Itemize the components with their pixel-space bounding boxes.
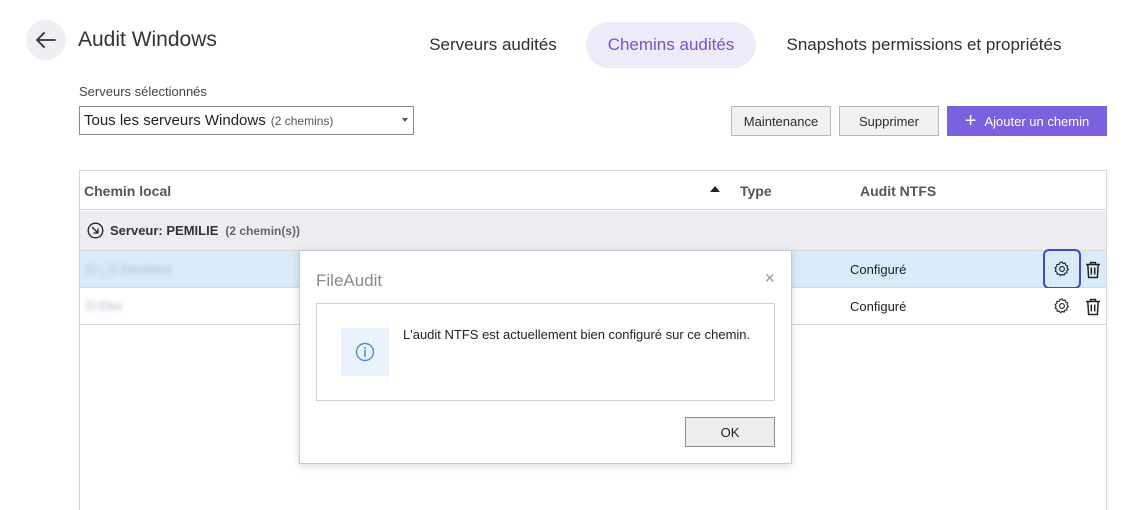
info-dialog: FileAudit × L'audit NTFS est actuellemen…	[299, 250, 792, 464]
sort-ascending-icon[interactable]	[710, 186, 720, 192]
server-select-count: (2 chemins)	[270, 113, 334, 128]
server-select-value: Tous les serveurs Windows	[84, 112, 266, 129]
row-path: D:\Dev	[86, 299, 123, 313]
dialog-body: L'audit NTFS est actuellement bien confi…	[316, 303, 775, 401]
info-icon	[355, 342, 375, 362]
servers-filter-label: Serveurs sélectionnés	[79, 84, 207, 99]
group-label: Serveur: PEMILIE	[110, 223, 219, 238]
delete-button[interactable]: Supprimer	[839, 106, 939, 136]
group-row-server[interactable]: Serveur: PEMILIE (2 chemin(s))	[80, 211, 1106, 251]
delete-row-button[interactable]	[1083, 296, 1103, 318]
configure-button[interactable]	[1043, 249, 1081, 289]
gear-icon	[1054, 298, 1069, 314]
row-ntfs-status: Configuré	[850, 299, 907, 314]
add-path-label: Ajouter un chemin	[984, 113, 1090, 129]
tab-audited-servers[interactable]: Serveurs audités	[418, 22, 568, 68]
dialog-title: FileAudit	[316, 271, 383, 290]
add-path-button[interactable]: + Ajouter un chemin	[947, 106, 1107, 136]
gear-icon	[1054, 261, 1069, 277]
configure-button[interactable]	[1043, 286, 1081, 326]
column-header-ntfs[interactable]: Audit NTFS	[860, 183, 936, 199]
close-icon[interactable]: ×	[764, 269, 775, 287]
tab-audited-paths[interactable]: Chemins audités	[586, 22, 756, 68]
column-header-type[interactable]: Type	[740, 183, 772, 199]
group-count: (2 chemin(s))	[225, 223, 301, 238]
dialog-message: L'audit NTFS est actuellement bien confi…	[403, 327, 751, 342]
trash-icon	[1086, 298, 1100, 316]
delete-row-button[interactable]	[1083, 259, 1103, 281]
info-icon-container	[341, 328, 389, 376]
chevron-down-icon	[402, 118, 408, 122]
ok-button[interactable]: OK	[685, 417, 775, 447]
tab-bar: Serveurs audités Chemins audités Snapsho…	[0, 22, 1130, 68]
row-path: D:\_G Decisions	[86, 262, 173, 276]
collapse-circle-icon[interactable]	[87, 222, 104, 239]
table-header: Chemin local Type Audit NTFS	[80, 171, 1106, 210]
row-ntfs-status: Configuré	[850, 262, 907, 277]
maintenance-button[interactable]: Maintenance	[731, 106, 831, 136]
trash-icon	[1086, 261, 1100, 279]
tab-permission-snapshots[interactable]: Snapshots permissions et propriétés	[772, 22, 1076, 68]
plus-icon: +	[964, 110, 977, 132]
column-header-path[interactable]: Chemin local	[84, 183, 171, 199]
server-select[interactable]: Tous les serveurs Windows (2 chemins)	[79, 106, 414, 135]
